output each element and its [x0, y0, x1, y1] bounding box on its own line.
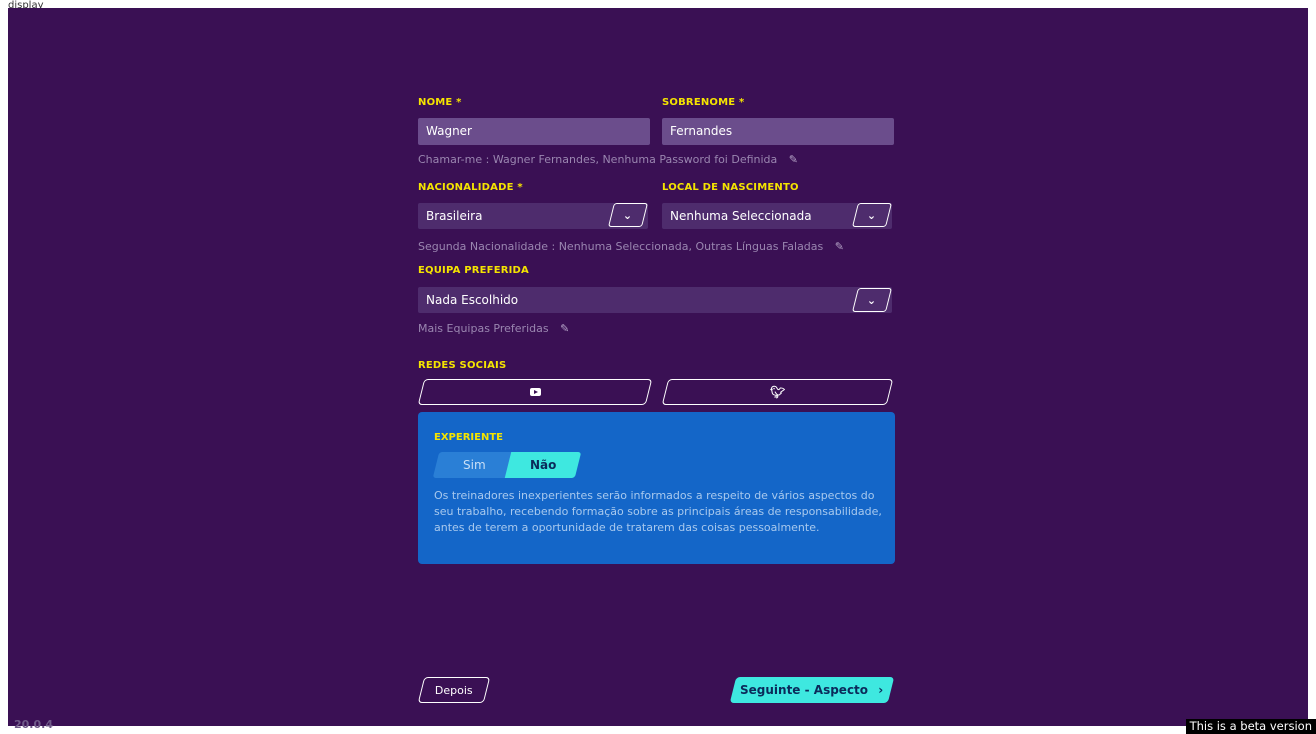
app-window	[8, 8, 1308, 726]
youtube-icon	[529, 388, 541, 396]
chamar-me-link[interactable]: Chamar-me : Wagner Fernandes, Nenhuma Pa…	[418, 153, 798, 166]
equipa-preferida-label: EQUIPA PREFERIDA	[418, 265, 529, 276]
toggle-option-sim[interactable]: Sim	[432, 452, 516, 478]
local-nascimento-label: LOCAL DE NASCIMENTO	[662, 182, 799, 193]
beta-notice: This is a beta version	[1185, 719, 1316, 734]
chevron-down-icon: ⌄	[867, 293, 877, 307]
twitter-icon: 🐦︎	[769, 385, 786, 399]
chevron-down-icon: ⌄	[623, 208, 633, 222]
toggle-option-nao[interactable]: Não	[504, 452, 582, 478]
youtube-button[interactable]	[417, 379, 653, 405]
pencil-icon: ✎	[788, 153, 798, 166]
chevron-right-icon: ›	[878, 683, 884, 697]
redes-sociais-label: REDES SOCIAIS	[418, 360, 507, 371]
segunda-nacionalidade-link[interactable]: Segunda Nacionalidade : Nenhuma Seleccio…	[418, 240, 844, 253]
seguinte-aspecto-text: Seguinte - Aspecto	[740, 683, 869, 697]
chamar-me-text: Chamar-me : Wagner Fernandes, Nenhuma Pa…	[418, 153, 778, 166]
seguinte-aspecto-button[interactable]: Seguinte - Aspecto ›	[729, 677, 895, 703]
experiente-panel: EXPERIENTE Sim Não Os treinadores inexpe…	[418, 412, 895, 564]
equipa-preferida-dropdown-button[interactable]: ⌄	[852, 288, 892, 312]
depois-button-label: Depois	[435, 683, 473, 697]
sobrenome-label: SOBRENOME *	[662, 97, 745, 108]
twitter-button[interactable]: 🐦︎	[661, 379, 894, 405]
nome-input[interactable]: Wagner	[418, 118, 650, 145]
depois-button[interactable]: Depois	[417, 677, 491, 703]
local-nascimento-value: Nenhuma Seleccionada	[670, 209, 812, 223]
segunda-nacionalidade-text: Segunda Nacionalidade : Nenhuma Seleccio…	[418, 240, 824, 253]
pencil-icon: ✎	[560, 322, 570, 335]
toggle-option-sim-label: Sim	[462, 458, 486, 472]
nacionalidade-dropdown-button[interactable]: ⌄	[608, 203, 648, 227]
mais-equipas-link[interactable]: Mais Equipas Preferidas ✎	[418, 322, 569, 335]
equipa-preferida-value: Nada Escolhido	[426, 293, 519, 307]
sobrenome-input[interactable]: Fernandes	[662, 118, 894, 145]
experiente-toggle: Sim Não	[432, 452, 582, 478]
nacionalidade-value: Brasileira	[426, 209, 483, 223]
experiente-description: Os treinadores inexperientes serão infor…	[434, 489, 882, 534]
nacionalidade-label: NACIONALIDADE *	[418, 182, 523, 193]
toggle-option-nao-label: Não	[529, 458, 557, 472]
pencil-icon: ✎	[834, 240, 844, 253]
equipa-preferida-select[interactable]: Nada Escolhido	[418, 287, 892, 313]
version-label: 20.0.4	[14, 718, 53, 731]
seguinte-aspecto-label: Seguinte - Aspecto ›	[740, 683, 883, 697]
chevron-down-icon: ⌄	[867, 208, 877, 222]
local-nascimento-dropdown-button[interactable]: ⌄	[852, 203, 892, 227]
nome-label: NOME *	[418, 97, 462, 108]
mais-equipas-text: Mais Equipas Preferidas	[418, 322, 549, 335]
experiente-title: EXPERIENTE	[434, 432, 503, 443]
